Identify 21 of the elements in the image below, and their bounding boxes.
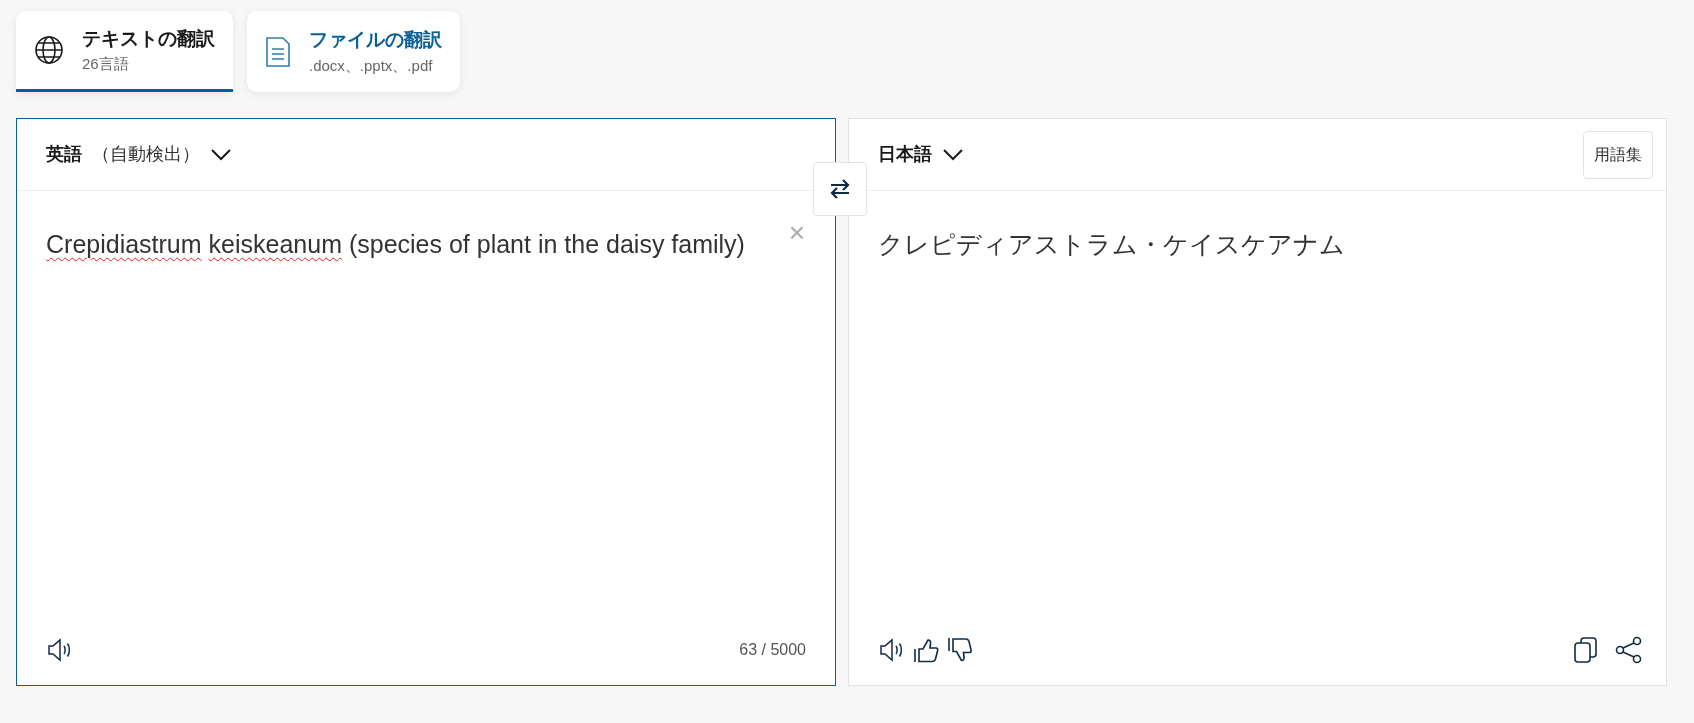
copy-icon[interactable] <box>1573 636 1599 664</box>
chevron-down-icon[interactable] <box>942 147 964 162</box>
character-count: 63 / 5000 <box>739 640 806 660</box>
share-icon[interactable] <box>1615 636 1643 664</box>
chevron-down-icon[interactable] <box>210 147 232 162</box>
swap-icon <box>829 179 851 199</box>
glossary-button[interactable]: 用語集 <box>1583 130 1653 179</box>
source-language[interactable]: 英語 <box>46 141 82 168</box>
auto-detect-label: （自動検出） <box>92 143 200 166</box>
mode-tab[interactable]: ファイルの翻訳 .docx、.pptx、.pdf <box>247 11 460 92</box>
source-text[interactable]: Crepidiastrum keiskeanum (species of plant in the daisy family) <box>46 225 769 263</box>
tab-subtitle: 26言語 <box>82 54 130 74</box>
tab-title: テキストの翻訳 <box>82 26 215 51</box>
target-language[interactable]: 日本語 <box>878 141 932 168</box>
document-icon <box>265 35 291 68</box>
tab-title: ファイルの翻訳 <box>309 28 442 52</box>
translated-text: クレピディアストラム・ケイスケアナム <box>878 229 1346 260</box>
globe-icon <box>34 35 64 65</box>
tab-subtitle: .docx、.pptx、.pdf <box>309 55 434 76</box>
swap-languages-button[interactable] <box>813 162 867 216</box>
mode-tab[interactable]: テキストの翻訳 26言語 <box>16 11 233 92</box>
